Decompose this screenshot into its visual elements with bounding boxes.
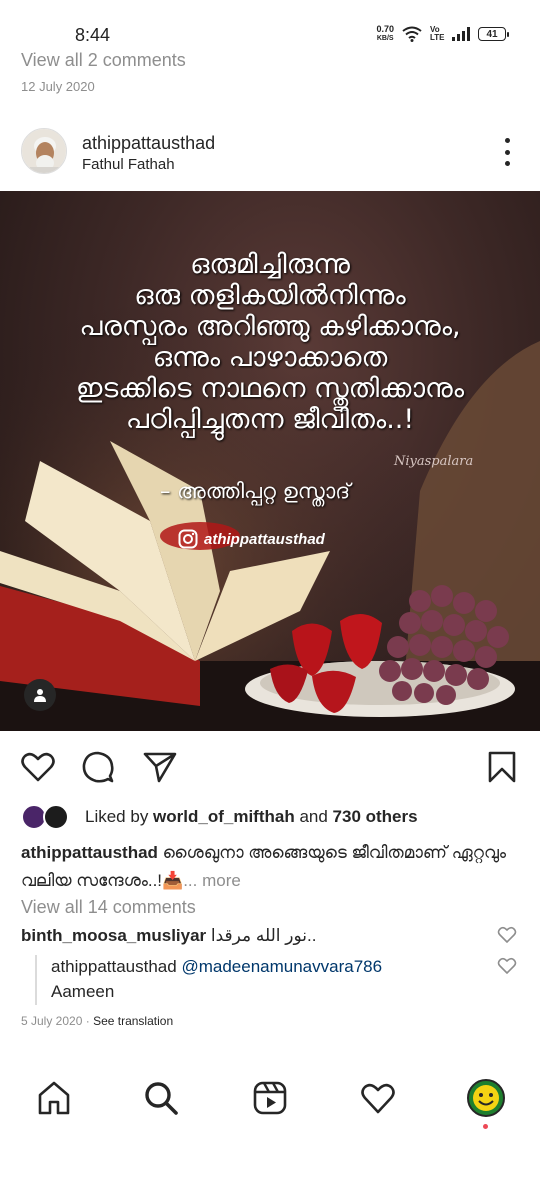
reply-header: athippattausthad @madeenamunavvara786 [51,955,475,979]
previous-post-view-comments[interactable]: View all 2 comments [21,50,186,71]
likes-row[interactable]: Liked by world_of_mifthah and 730 others [21,802,418,832]
volte-icon: Vo LTE [430,25,445,42]
quote-line: പഠിപ്പിച്ചുതന്ന ജീവിതം..! [125,404,415,435]
smiley-icon [473,1085,499,1111]
liker-avatar [43,804,69,830]
search-icon[interactable] [141,1078,181,1118]
previous-post-date: 12 July 2020 [21,79,95,94]
quote-line: പരസ്പരം അറിഞ്ഞു കഴിക്കാനും, [79,311,461,342]
post-date: 5 July 2020 · See translation [21,1014,174,1028]
tagged-users-icon[interactable] [24,679,56,711]
see-translation-link[interactable]: See translation [93,1014,173,1028]
status-time: 8:44 [75,25,111,45]
caption-username[interactable]: athippattausthad [21,843,158,862]
comment-icon[interactable] [80,749,116,785]
post-header: athippattausthad Fathul Fathah [0,124,540,182]
comment-username[interactable]: binth_moosa_musliyar [21,926,206,945]
likes-count[interactable]: 730 others [333,807,418,826]
caption-more-link[interactable]: ... more [183,871,241,890]
send-icon[interactable] [142,749,178,785]
wifi-icon [402,26,422,42]
quote-attribution: – അത്തിപ്പറ്റ ഉസ്താദ് [160,479,351,503]
post-image[interactable]: ഒരുമിച്ചിരുന്നു ഒരു തളികയിൽനിന്നും പരസ്പ… [0,191,540,731]
bookmark-icon[interactable] [484,749,520,785]
comment: binth_moosa_musliyar نور الله مرقدا.. [21,924,491,948]
battery-icon: 41 [478,27,509,41]
post-caption: athippattausthad ശൈഖുനാ അങ്ങെയുടെ ജീവിതമ… [21,839,521,895]
instagram-watermark: athippattausthad [178,529,325,549]
reply-mention[interactable]: @madeenamunavvara786 [181,957,382,976]
activity-heart-icon[interactable] [358,1078,398,1118]
author-username[interactable]: athippattausthad [82,133,215,154]
instagram-logo-icon [178,529,198,549]
signal-icon [452,27,470,41]
reply-text: Aameen [51,982,115,1001]
liker-username[interactable]: world_of_mifthah [153,807,295,826]
liker-avatars [21,803,75,831]
bottom-navigation [0,1072,540,1128]
reply-like-heart-icon[interactable] [497,956,517,976]
notification-dot [483,1124,488,1129]
post-location[interactable]: Fathul Fathah [82,156,175,173]
quote-line: ഒരു തളികയിൽനിന്നും [134,280,406,311]
view-all-comments-link[interactable]: View all 14 comments [21,897,196,918]
comment-text: نور الله مرقدا.. [206,926,317,945]
network-speed: 0.70 KB/S [376,24,394,43]
status-icons: 0.70 KB/S Vo LTE 41 [376,24,509,43]
artist-signature: Niyaspalara [394,454,474,469]
comment-like-heart-icon[interactable] [497,925,517,945]
comment-reply: athippattausthad @madeenamunavvara786 Aa… [35,955,475,1005]
quote-line: ഒന്നും പാഴാക്കാതെ [152,342,388,373]
more-options-icon[interactable] [502,138,512,166]
avatar-image [22,129,66,173]
post-actions [0,743,540,789]
home-icon[interactable] [34,1078,74,1118]
quote-line: ഇടക്കിടെ നാഥനെ സ്തുതിക്കാനും [75,373,465,404]
heart-icon[interactable] [20,749,56,785]
status-bar: 8:44 0.70 KB/S Vo LTE 41 [0,0,540,48]
reels-icon[interactable] [250,1078,290,1118]
profile-avatar[interactable] [466,1078,506,1118]
author-avatar[interactable] [21,128,67,174]
reply-username[interactable]: athippattausthad [51,957,177,976]
quote-text: ഒരുമിച്ചിരുന്നു ഒരു തളികയിൽനിന്നും പരസ്പ… [0,249,540,435]
likes-summary[interactable]: Liked by world_of_mifthah and 730 others [85,807,418,827]
quote-line: ഒരുമിച്ചിരുന്നു [190,249,350,280]
